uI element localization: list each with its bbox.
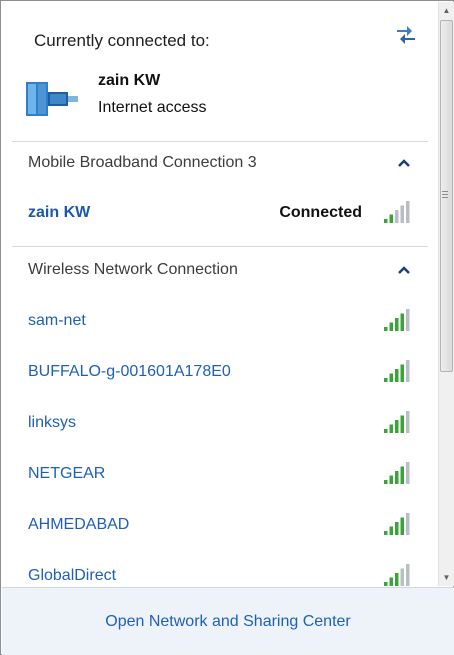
network-icon	[26, 82, 78, 116]
connected-header: Currently connected to: zain KW Internet…	[2, 2, 438, 132]
vertical-scrollbar[interactable]: ▲ ▼	[438, 2, 454, 586]
network-name: AHMEDABAD	[28, 516, 130, 533]
list-item[interactable]: GlobalDirect	[2, 555, 438, 586]
chevron-up-icon[interactable]	[398, 158, 410, 168]
signal-strength-icon	[384, 201, 410, 223]
signal-strength-icon	[384, 564, 410, 586]
current-network-status: Internet access	[98, 99, 207, 116]
scroll-up-button[interactable]: ▲	[439, 2, 454, 19]
chevron-up-icon[interactable]	[398, 265, 410, 275]
list-item[interactable]: zain KW Connected	[2, 192, 438, 236]
footer: Open Network and Sharing Center	[2, 587, 454, 655]
signal-strength-icon	[384, 462, 410, 484]
network-list: Currently connected to: zain KW Internet…	[2, 2, 438, 586]
network-name: sam-net	[28, 312, 86, 329]
list-item[interactable]: linksys	[2, 402, 438, 446]
section-title: Mobile Broadband Connection 3	[28, 154, 257, 171]
network-name: BUFFALO-g-001601A178E0	[28, 363, 231, 380]
list-item[interactable]: AHMEDABAD	[2, 504, 438, 548]
connection-status: Connected	[279, 204, 362, 221]
section-wireless[interactable]: Wireless Network Connection	[2, 253, 438, 289]
signal-strength-icon	[384, 411, 410, 433]
network-name: NETGEAR	[28, 465, 106, 482]
signal-strength-icon	[384, 360, 410, 382]
network-name: zain KW	[28, 204, 91, 221]
signal-strength-icon	[384, 513, 410, 535]
list-item[interactable]: sam-net	[2, 300, 438, 344]
network-name: GlobalDirect	[28, 567, 117, 584]
scroll-down-button[interactable]: ▼	[439, 569, 454, 586]
open-network-sharing-center-link[interactable]: Open Network and Sharing Center	[2, 613, 454, 631]
network-name: linksys	[28, 414, 77, 431]
divider	[12, 246, 428, 247]
network-flyout: Currently connected to: zain KW Internet…	[0, 0, 454, 655]
section-mobile-broadband[interactable]: Mobile Broadband Connection 3	[2, 146, 438, 182]
section-title: Wireless Network Connection	[28, 261, 238, 278]
list-item[interactable]: NETGEAR	[2, 453, 438, 497]
current-network-name: zain KW	[98, 72, 161, 89]
currently-connected-title: Currently connected to:	[34, 31, 210, 50]
divider	[12, 141, 428, 142]
scrollbar-grip-icon	[442, 191, 448, 198]
refresh-arrows-icon[interactable]	[394, 24, 418, 44]
list-item[interactable]: BUFFALO-g-001601A178E0	[2, 351, 438, 395]
signal-strength-icon	[384, 309, 410, 331]
